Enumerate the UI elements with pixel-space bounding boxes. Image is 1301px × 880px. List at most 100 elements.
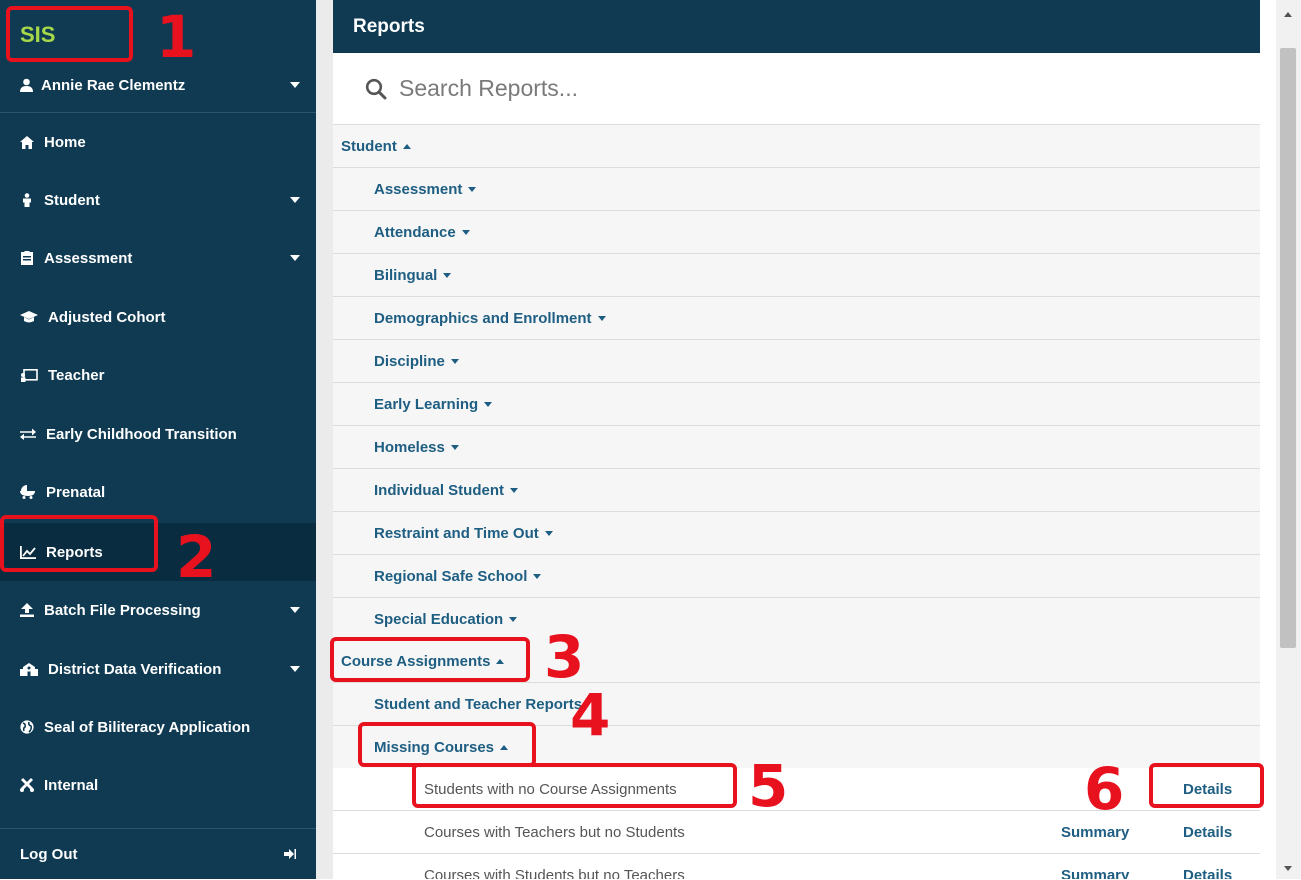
annotation-number-3: 3 bbox=[544, 623, 585, 691]
sidebar-item-student[interactable]: Student bbox=[0, 171, 316, 229]
scroll-up-arrow-icon[interactable] bbox=[1284, 12, 1292, 17]
page-title: Reports bbox=[333, 0, 1260, 53]
search-icon bbox=[365, 78, 387, 99]
annotation-box-1 bbox=[6, 6, 133, 62]
logout-button[interactable]: Log Out bbox=[0, 828, 316, 880]
caret-down-icon bbox=[484, 401, 493, 407]
group-label: Special Education bbox=[374, 610, 504, 628]
annotation-number-5: 5 bbox=[748, 752, 789, 820]
exchange-icon bbox=[20, 427, 36, 441]
annotation-box-4 bbox=[358, 722, 536, 767]
clipboard-icon bbox=[20, 251, 34, 265]
details-link[interactable]: Details bbox=[1183, 824, 1232, 841]
chevron-down-icon bbox=[290, 607, 300, 613]
sidebar-item-early-childhood-transition[interactable]: Early Childhood Transition bbox=[0, 405, 316, 463]
sign-out-icon bbox=[284, 847, 296, 862]
report-group-restraint[interactable]: Restraint and Time Out bbox=[333, 512, 1260, 555]
report-group-demographics[interactable]: Demographics and Enrollment bbox=[333, 297, 1260, 340]
annotation-box-3 bbox=[330, 637, 530, 682]
sidebar-item-seal-of-biliteracy[interactable]: Seal of Biliteracy Application bbox=[0, 698, 316, 756]
report-group-student-teacher[interactable]: Student and Teacher Reports bbox=[333, 683, 1260, 726]
baby-carriage-icon bbox=[20, 485, 36, 499]
tools-icon bbox=[20, 778, 34, 792]
report-group-individual-student[interactable]: Individual Student bbox=[333, 469, 1260, 512]
report-name: Courses with Teachers but no Students bbox=[424, 823, 685, 841]
layout-gutter bbox=[316, 0, 333, 879]
report-group-homeless[interactable]: Homeless bbox=[333, 426, 1260, 469]
caret-up-icon bbox=[402, 143, 411, 149]
annotation-number-1: 1 bbox=[156, 3, 197, 71]
report-group-regional-safe-school[interactable]: Regional Safe School bbox=[333, 555, 1260, 598]
details-link[interactable]: Details bbox=[1183, 867, 1232, 880]
scrollbar-thumb[interactable] bbox=[1280, 48, 1296, 648]
sidebar-item-label: Assessment bbox=[44, 249, 133, 267]
sidebar-item-internal[interactable]: Internal bbox=[0, 756, 316, 814]
user-icon bbox=[20, 78, 33, 92]
sidebar-item-assessment[interactable]: Assessment bbox=[0, 229, 316, 287]
school-icon bbox=[20, 662, 38, 676]
caret-down-icon bbox=[450, 444, 459, 450]
group-label: Early Learning bbox=[374, 395, 479, 413]
annotation-number-2: 2 bbox=[176, 523, 217, 591]
category-label: Student bbox=[341, 137, 397, 155]
sidebar-item-teacher[interactable]: Teacher bbox=[0, 346, 316, 404]
sidebar-item-label: Seal of Biliteracy Application bbox=[44, 718, 251, 736]
graduation-cap-icon bbox=[20, 310, 38, 324]
group-label: Homeless bbox=[374, 438, 445, 456]
report-group-early-learning[interactable]: Early Learning bbox=[333, 383, 1260, 426]
group-label: Attendance bbox=[374, 223, 456, 241]
caret-down-icon bbox=[461, 229, 470, 235]
sidebar-item-label: Early Childhood Transition bbox=[46, 425, 237, 443]
sidebar-item-label: Adjusted Cohort bbox=[48, 308, 166, 326]
chevron-down-icon bbox=[290, 82, 300, 88]
vertical-scrollbar[interactable] bbox=[1276, 0, 1301, 879]
globe-icon bbox=[20, 720, 34, 734]
report-group-assessment[interactable]: Assessment bbox=[333, 168, 1260, 211]
report-category-student[interactable]: Student bbox=[333, 125, 1260, 168]
sidebar-item-district-data-verification[interactable]: District Data Verification bbox=[0, 640, 316, 698]
search-bar bbox=[333, 53, 1260, 125]
sidebar-item-prenatal[interactable]: Prenatal bbox=[0, 463, 316, 521]
caret-down-icon bbox=[509, 616, 518, 622]
sidebar-item-batch-file-processing[interactable]: Batch File Processing bbox=[0, 581, 316, 639]
group-label: Regional Safe School bbox=[374, 567, 528, 585]
search-input[interactable] bbox=[397, 74, 1101, 103]
sidebar-item-home[interactable]: Home bbox=[0, 113, 316, 171]
summary-link[interactable]: Summary bbox=[1061, 824, 1129, 841]
annotation-box-5 bbox=[412, 763, 737, 808]
scroll-down-arrow-icon[interactable] bbox=[1284, 866, 1292, 871]
caret-down-icon bbox=[510, 487, 518, 493]
report-group-special-education[interactable]: Special Education bbox=[333, 598, 1260, 641]
upload-icon bbox=[20, 603, 34, 617]
caret-down-icon bbox=[468, 186, 477, 192]
report-group-discipline[interactable]: Discipline bbox=[333, 340, 1260, 383]
report-group-attendance[interactable]: Attendance bbox=[333, 211, 1260, 254]
report-name: Courses with Students but no Teachers bbox=[424, 866, 685, 880]
caret-down-icon bbox=[597, 315, 606, 321]
report-group-bilingual[interactable]: Bilingual bbox=[333, 254, 1260, 297]
sidebar-item-label: District Data Verification bbox=[48, 660, 222, 678]
logout-label: Log Out bbox=[20, 846, 78, 863]
sidebar-item-label: Home bbox=[44, 133, 86, 151]
group-label: Bilingual bbox=[374, 266, 438, 284]
sidebar-item-label: Teacher bbox=[48, 366, 105, 384]
sidebar-item-label: Internal bbox=[44, 776, 99, 794]
group-label: Student and Teacher Reports bbox=[374, 695, 583, 713]
student-icon bbox=[20, 193, 34, 207]
report-row: Courses with Students but no Teachers Su… bbox=[333, 854, 1260, 879]
sidebar-item-label: Batch File Processing bbox=[44, 601, 201, 619]
chevron-down-icon bbox=[290, 197, 300, 203]
sidebar-item-label: Student bbox=[44, 191, 100, 209]
caret-down-icon bbox=[450, 358, 459, 364]
sidebar-item-label: Prenatal bbox=[46, 483, 106, 501]
sidebar: SIS Annie Rae Clementz Home Student Asse… bbox=[0, 0, 316, 879]
annotation-number-6: 6 bbox=[1084, 755, 1125, 823]
summary-link[interactable]: Summary bbox=[1061, 867, 1129, 880]
group-label: Individual Student bbox=[374, 481, 504, 499]
group-label: Restraint and Time Out bbox=[374, 524, 539, 542]
group-label: Assessment bbox=[374, 180, 463, 198]
group-label: Demographics and Enrollment bbox=[374, 309, 592, 327]
chevron-down-icon bbox=[290, 255, 300, 261]
annotation-box-2 bbox=[0, 515, 158, 572]
sidebar-item-adjusted-cohort[interactable]: Adjusted Cohort bbox=[0, 288, 316, 346]
